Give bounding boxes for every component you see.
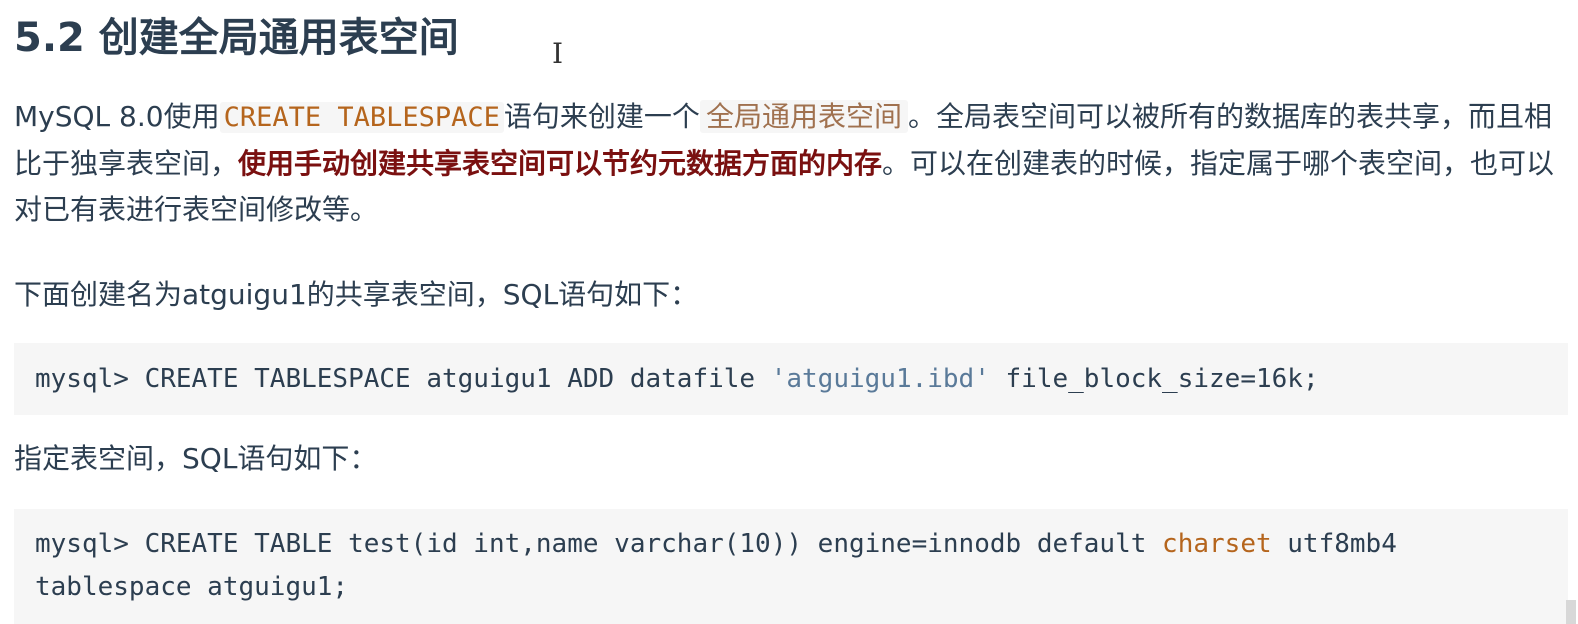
code-string: 'atguigu1.ibd': [770, 364, 990, 394]
create-tablespace-intro: 下面创建名为atguigu1的共享表空间，SQL语句如下：: [14, 278, 699, 311]
intro-paragraph: MySQL 8.0使用 CREATE TABLESPACE 语句来创建一个 全局通用表…: [14, 94, 1559, 233]
intro-text-2: 语句来创建一个: [503, 100, 700, 133]
general-tablespace-term: 全局通用表空间: [699, 100, 908, 133]
code-text: utf8mb4: [1271, 529, 1397, 559]
code-block-create-table: mysql> CREATE TABLE test(id int,name var…: [14, 509, 1568, 624]
code-text: mysql> CREATE TABLE test(id int,name var…: [35, 529, 1163, 559]
scrollbar-thumb[interactable]: [1566, 600, 1576, 624]
text-cursor-icon: I: [552, 37, 564, 70]
code-line-2: tablespace atguigu1;: [35, 572, 349, 602]
intro-text-1: MySQL 8.0使用: [14, 100, 220, 133]
document-page: 5.2 创建全局通用表空间 I MySQL 8.0使用 CREATE TABLES…: [0, 0, 1578, 624]
code-line-1: mysql> CREATE TABLE test(id int,name var…: [35, 523, 1568, 566]
code-text: mysql> CREATE TABLESPACE atguigu1 ADD da…: [35, 364, 771, 394]
section-heading: 5.2 创建全局通用表空间: [14, 15, 459, 61]
specify-tablespace-intro: 指定表空间，SQL语句如下：: [14, 442, 378, 475]
code-keyword: charset: [1162, 529, 1272, 559]
code-block-create-tablespace: mysql> CREATE TABLESPACE atguigu1 ADD da…: [14, 343, 1568, 415]
code-line: mysql> CREATE TABLESPACE atguigu1 ADD da…: [35, 343, 1568, 415]
code-text: file_block_size=16k;: [989, 364, 1319, 394]
inline-code-create-tablespace: CREATE TABLESPACE: [219, 102, 504, 133]
emphasis-text: 使用手动创建共享表空间可以节约元数据方面的内存: [238, 147, 883, 180]
